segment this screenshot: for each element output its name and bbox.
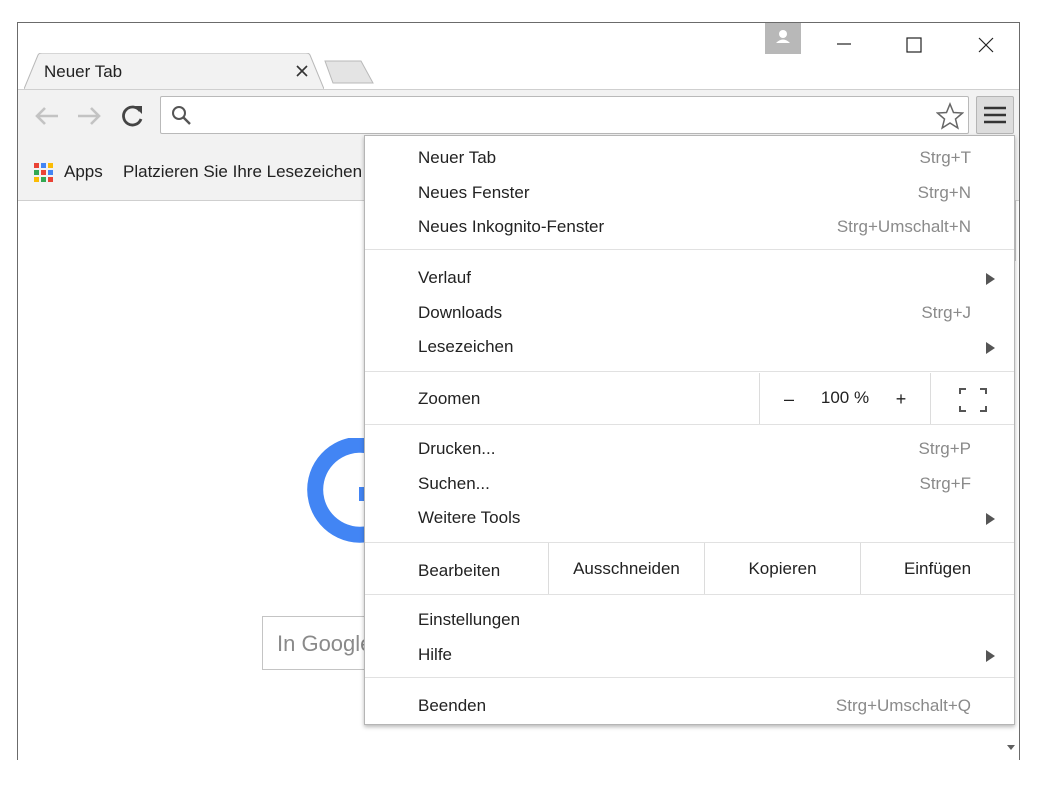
chrome-menu-button[interactable] (976, 96, 1014, 134)
zoom-label: Zoomen (418, 389, 481, 408)
edit-label: Bearbeiten (418, 561, 501, 580)
fullscreen-icon[interactable] (949, 385, 997, 415)
menu-item-shortcut: Strg+F (919, 474, 972, 493)
menu-item-label: Weitere Tools (418, 508, 521, 527)
reload-icon[interactable] (117, 101, 147, 131)
copy-button[interactable]: Kopieren (704, 543, 860, 595)
menu-separator (365, 594, 1014, 595)
menu-item-label: Beenden (418, 696, 487, 715)
star-icon[interactable] (936, 102, 964, 130)
menu-item-label: Neues Fenster (418, 183, 530, 202)
menu-item-shortcut: Strg+Umschalt+Q (835, 696, 971, 715)
menu-item-shortcut: Strg+P (918, 439, 971, 458)
menu-separator (365, 249, 1014, 250)
tab-active[interactable]: Neuer Tab (24, 53, 324, 89)
menu-item-shortcut: Strg+T (919, 148, 972, 167)
menu-separator (365, 677, 1014, 678)
bookmarks-hint: Platzieren Sie Ihre Lesezeichen (123, 162, 363, 181)
menu-item-label: Neuer Tab (418, 148, 497, 167)
menu-item-new-tab[interactable]: Neuer Tab Strg+T (365, 141, 1014, 175)
menu-item-shortcut: Strg+N (917, 183, 971, 202)
menu-item-downloads[interactable]: Downloads Strg+J (365, 296, 1014, 330)
menu-item-label: Neues Inkognito-Fenster (418, 217, 605, 236)
profile-button[interactable] (765, 23, 801, 54)
menu-zoom-row: Zoomen – 100 % + (365, 373, 1014, 425)
menu-item-label: Verlauf (418, 268, 471, 287)
submenu-arrow-icon (986, 650, 995, 662)
zoom-in-button[interactable]: + (886, 385, 916, 413)
menu-item-label: Lesezeichen (418, 337, 514, 356)
paste-button[interactable]: Einfügen (860, 543, 1014, 595)
menu-item-label: Einstellungen (418, 610, 521, 629)
zoom-controls: – 100 % + (759, 373, 931, 425)
submenu-arrow-icon (986, 273, 995, 285)
apps-grid-icon (34, 163, 53, 182)
menu-item-find[interactable]: Suchen... Strg+F (365, 467, 1014, 501)
back-arrow-icon[interactable] (32, 101, 62, 131)
zoom-out-button[interactable]: – (774, 385, 804, 413)
hamburger-menu-icon (984, 106, 1006, 124)
new-tab-button[interactable] (323, 59, 375, 85)
scroll-down-arrow-icon[interactable] (1002, 738, 1019, 756)
menu-item-more-tools[interactable]: Weitere Tools (365, 501, 1014, 535)
zoom-level: 100 % (820, 388, 870, 407)
menu-item-settings[interactable]: Einstellungen (365, 603, 1014, 637)
minimize-icon[interactable] (808, 23, 878, 63)
menu-item-new-window[interactable]: Neues Fenster Strg+N (365, 176, 1014, 210)
menu-separator (365, 424, 1014, 425)
close-icon[interactable] (292, 61, 312, 81)
menu-item-label: Drucken... (418, 439, 496, 458)
cut-button[interactable]: Ausschneiden (548, 543, 704, 595)
menu-item-history[interactable]: Verlauf (365, 261, 1014, 295)
person-icon (776, 30, 790, 43)
menu-edit-row: Bearbeiten Ausschneiden Kopieren Einfüge… (365, 543, 1014, 595)
submenu-arrow-icon (986, 342, 995, 354)
maximize-icon[interactable] (878, 23, 948, 63)
menu-item-shortcut: Strg+J (921, 303, 971, 322)
search-icon (172, 106, 191, 125)
menu-separator (365, 371, 1014, 372)
menu-item-label: Downloads (418, 303, 503, 322)
omnibox[interactable] (160, 96, 969, 134)
menu-item-bookmarks[interactable]: Lesezeichen (365, 330, 1014, 364)
menu-item-print[interactable]: Drucken... Strg+P (365, 432, 1014, 466)
apps-label: Apps (64, 162, 103, 181)
tab-strip: Neuer Tab (18, 23, 1019, 89)
menu-item-help[interactable]: Hilfe (365, 638, 1014, 672)
toolbar (18, 89, 1019, 139)
menu-item-label: Suchen... (418, 474, 490, 493)
menu-item-exit[interactable]: Beenden Strg+Umschalt+Q (365, 689, 1014, 723)
tab-title: Neuer Tab (44, 62, 123, 81)
chrome-menu: Neuer Tab Strg+T Neues Fenster Strg+N Ne… (364, 135, 1015, 725)
forward-arrow-icon[interactable] (74, 101, 104, 131)
submenu-arrow-icon (986, 513, 995, 525)
menu-item-label: Hilfe (418, 645, 453, 664)
omnibox-input[interactable] (201, 103, 925, 129)
menu-item-shortcut: Strg+Umschalt+N (836, 217, 971, 236)
menu-item-new-incognito-window[interactable]: Neues Inkognito-Fenster Strg+Umschalt+N (365, 210, 1014, 244)
window-close-icon[interactable] (950, 23, 1020, 63)
